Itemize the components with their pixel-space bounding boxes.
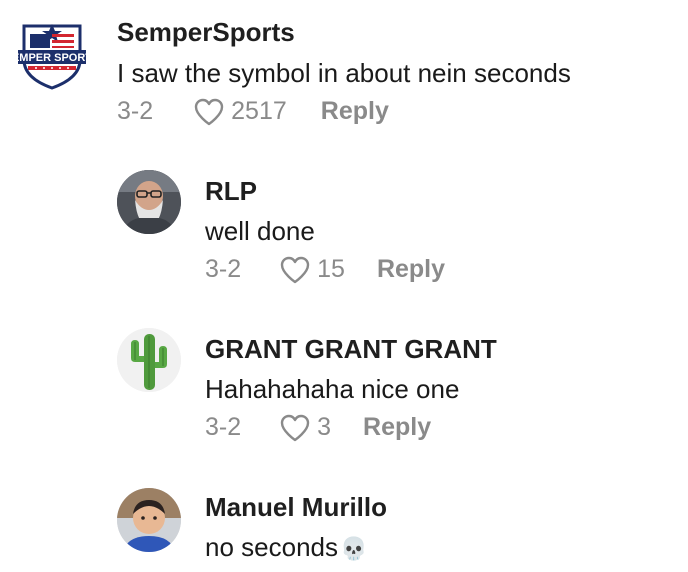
- like-button[interactable]: 3: [279, 413, 331, 442]
- like-button[interactable]: 15: [279, 255, 345, 284]
- like-count: 3: [317, 413, 332, 441]
- comment-meta: 3-2 3 Reply: [205, 413, 431, 442]
- heart-icon: [280, 256, 310, 283]
- reply-button[interactable]: Reply: [377, 255, 445, 284]
- comment-text: no seconds💀: [205, 532, 367, 563]
- avatar[interactable]: [117, 328, 181, 392]
- avatar[interactable]: [117, 488, 181, 552]
- heart-icon: [280, 414, 310, 441]
- comment-date: 3-2: [205, 255, 242, 283]
- user-photo-icon: [117, 488, 181, 552]
- like-button[interactable]: 2517: [193, 97, 287, 126]
- reply-button[interactable]: Reply: [363, 413, 431, 442]
- svg-text:SEMPER SPORTS: SEMPER SPORTS: [16, 52, 88, 64]
- comment-item: SEMPER SPORTS SemperSports I saw the sym…: [0, 0, 688, 140]
- comment-item: Manuel Murillo no seconds💀: [0, 476, 688, 572]
- comment-username[interactable]: SemperSports: [117, 17, 295, 48]
- comment-item: RLP well done 3-2 15 Reply: [0, 160, 688, 300]
- comment-meta: 3-2 2517 Reply: [117, 97, 389, 126]
- comment-username[interactable]: RLP: [205, 176, 257, 207]
- comment-date: 3-2: [205, 413, 242, 441]
- avatar[interactable]: [117, 170, 181, 234]
- reply-button[interactable]: Reply: [321, 97, 389, 126]
- comment-text: well done: [205, 216, 315, 246]
- cactus-icon: [117, 328, 181, 392]
- avatar[interactable]: SEMPER SPORTS: [5, 20, 99, 92]
- comment-item: GRANT GRANT GRANT Hahahahaha nice one 3-…: [0, 318, 688, 458]
- comment-text: I saw the symbol in about nein seconds: [117, 58, 571, 88]
- comment-date: 3-2: [117, 97, 154, 125]
- comment-meta: 3-2 15 Reply: [205, 255, 445, 284]
- heart-icon: [194, 98, 224, 125]
- comment-text-content: no seconds: [205, 532, 338, 562]
- skull-icon: 💀: [339, 536, 368, 561]
- comment-username[interactable]: GRANT GRANT GRANT: [205, 334, 497, 365]
- user-photo-icon: [117, 170, 181, 234]
- semper-sports-logo-icon: SEMPER SPORTS: [5, 24, 99, 90]
- like-count: 2517: [231, 97, 287, 125]
- comment-username[interactable]: Manuel Murillo: [205, 492, 387, 523]
- comment-text: Hahahahaha nice one: [205, 374, 460, 404]
- like-count: 15: [317, 255, 345, 283]
